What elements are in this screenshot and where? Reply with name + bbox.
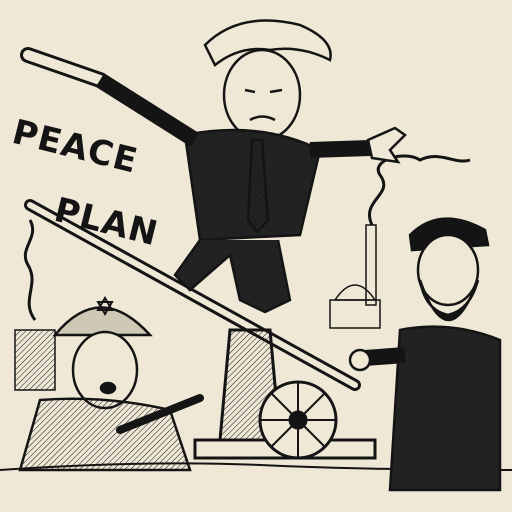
cartoon-illustration bbox=[0, 19, 512, 492]
bearded-figure-arm bbox=[364, 347, 406, 366]
central-figure-face bbox=[222, 48, 302, 142]
soldier-face bbox=[71, 330, 139, 410]
mosque-dome bbox=[333, 284, 377, 301]
bearded-figure-body bbox=[388, 325, 502, 492]
building-left bbox=[14, 329, 56, 391]
smoke-left bbox=[23, 219, 37, 321]
central-figure-arm-right bbox=[309, 140, 371, 158]
smoke-right bbox=[368, 154, 471, 226]
chimney-right bbox=[365, 224, 377, 306]
mosque-base bbox=[329, 299, 381, 329]
cartoon-canvas: PEACE PLAN bbox=[0, 0, 512, 512]
central-figure-arm-left bbox=[95, 73, 200, 147]
